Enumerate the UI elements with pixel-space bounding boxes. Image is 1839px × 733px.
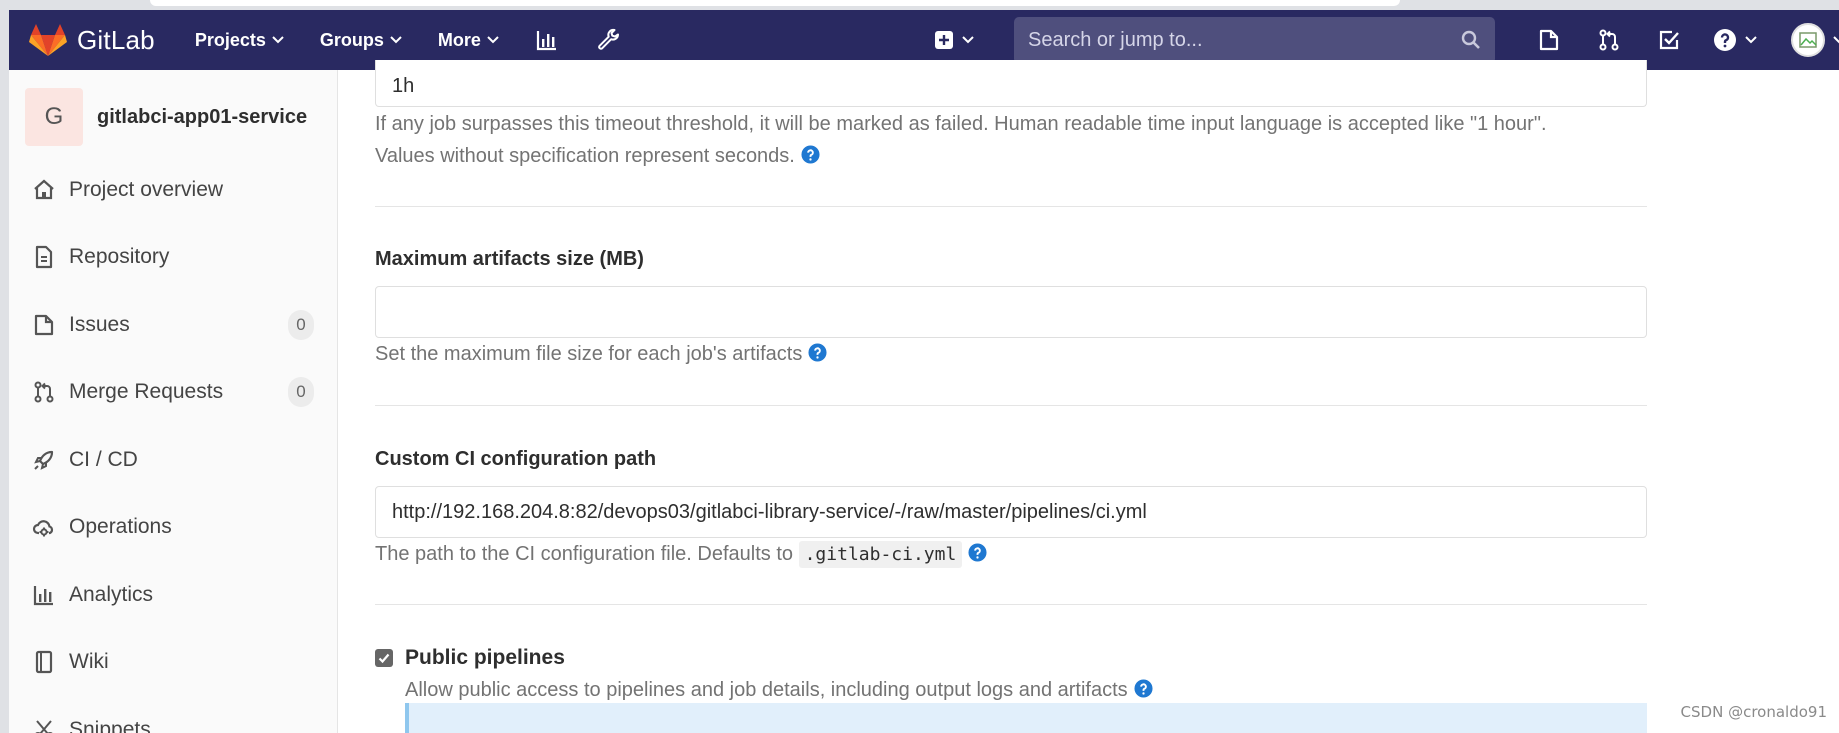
scissors-icon: [35, 720, 53, 733]
gitlab-logo-icon: [29, 24, 67, 56]
chevron-down-icon: [487, 36, 499, 44]
browser-frame-top: [0, 0, 1839, 10]
question-circle-icon[interactable]: [801, 145, 820, 164]
wrench-icon: [598, 28, 619, 50]
sidebar-item-label: Merge Requests: [69, 380, 224, 404]
default-config-filename: .gitlab-ci.yml: [798, 541, 963, 568]
sidebar-item-label: Issues: [69, 312, 130, 336]
timeout-input[interactable]: [375, 60, 1647, 107]
public-pipelines-help: Allow public access to pipelines and job…: [405, 679, 1128, 701]
section-divider: [375, 405, 1647, 406]
project-sidebar: G gitlabci-app01-service Project overvie…: [9, 70, 338, 733]
timeout-help-line2: Values without specification represent s…: [375, 145, 795, 167]
chevron-down-icon: [272, 36, 284, 44]
merge-requests-nav-button[interactable]: [1579, 28, 1639, 52]
help-dropdown[interactable]: [1713, 28, 1757, 52]
timeout-help: If any job surpasses this timeout thresh…: [375, 108, 1647, 172]
browser-frame-left: [0, 0, 9, 733]
issues-icon: [1539, 29, 1559, 51]
question-circle-icon[interactable]: [968, 543, 987, 562]
max-artifacts-label: Maximum artifacts size (MB): [375, 248, 644, 270]
ci-config-path-input[interactable]: [375, 486, 1647, 538]
file-icon: [35, 246, 53, 269]
sidebar-item-analytics[interactable]: Analytics: [9, 561, 337, 629]
plus-square-icon: [935, 31, 953, 49]
project-avatar: G: [25, 88, 83, 146]
max-artifacts-help: Set the maximum file size for each job's…: [375, 343, 803, 365]
brand-name: GitLab: [77, 24, 155, 55]
sidebar-item-label: Snippets: [69, 717, 151, 733]
sidebar-item-label: Project overview: [69, 177, 224, 201]
ci-config-help: The path to the CI configuration file. D…: [375, 543, 794, 565]
nav-more[interactable]: More: [438, 30, 499, 51]
home-icon: [34, 179, 54, 199]
cloud-gear-icon: [32, 520, 54, 537]
gitlab-home-link[interactable]: GitLab: [29, 10, 155, 70]
project-name: gitlabci-app01-service: [97, 105, 308, 128]
book-icon: [35, 651, 53, 674]
section-divider: [375, 206, 1647, 207]
merge-request-icon: [1599, 29, 1619, 51]
search-icon: [1461, 30, 1480, 49]
sidebar-item-label: Analytics: [69, 582, 154, 606]
sidebar-item-ci-cd[interactable]: CI / CD: [9, 426, 337, 494]
issues-icon: [34, 314, 54, 335]
admin-area-button[interactable]: [597, 28, 621, 52]
sidebar-item-merge-requests[interactable]: Merge Requests 0: [9, 359, 337, 427]
user-menu[interactable]: [1791, 23, 1839, 57]
ci-config-path-label: Custom CI configuration path: [375, 448, 657, 470]
public-pipelines-label: Public pipelines: [405, 646, 565, 669]
sidebar-item-operations[interactable]: Operations: [9, 494, 337, 562]
sidebar-item-label: Operations: [69, 515, 172, 539]
sidebar-item-wiki[interactable]: Wiki: [9, 629, 337, 697]
watermark: CSDN @cronaldo91: [1680, 703, 1827, 721]
sidebar-item-snippets[interactable]: Snippets: [9, 696, 337, 733]
question-circle-icon[interactable]: [1134, 679, 1153, 698]
chevron-down-icon: [962, 36, 974, 44]
sidebar-item-issues[interactable]: Issues 0: [9, 291, 337, 359]
activity-chart-button[interactable]: [535, 28, 559, 52]
nav-more-label: More: [437, 29, 481, 50]
project-context[interactable]: G gitlabci-app01-service: [25, 88, 337, 146]
sidebar-item-label: Repository: [69, 245, 170, 269]
max-artifacts-help-row: Set the maximum file size for each job's…: [375, 338, 827, 370]
new-item-dropdown[interactable]: [934, 30, 974, 50]
max-artifacts-input[interactable]: [375, 286, 1647, 338]
chevron-down-icon: [390, 36, 402, 44]
nav-groups-label: Groups: [319, 29, 384, 50]
ci-config-help-row: The path to the CI configuration file. D…: [375, 538, 987, 571]
merge-requests-count-badge: 0: [288, 377, 314, 408]
chart-icon: [33, 585, 53, 605]
timeout-help-line1: If any job surpasses this timeout thresh…: [375, 113, 1547, 135]
checkmark-icon: [378, 653, 390, 664]
avatar: [1791, 23, 1825, 57]
chevron-down-icon: [1833, 36, 1839, 44]
broken-image-icon: [1799, 32, 1817, 48]
public-pipelines-row: Public pipelines: [375, 646, 565, 670]
issues-count-badge: 0: [288, 309, 314, 340]
rocket-icon: [34, 450, 54, 470]
issues-nav-button[interactable]: [1519, 28, 1579, 52]
chevron-down-icon: [1745, 36, 1757, 44]
nav-projects-label: Projects: [194, 29, 266, 50]
nav-projects[interactable]: Projects: [195, 30, 284, 51]
sidebar-item-project-overview[interactable]: Project overview: [9, 156, 337, 224]
nav-groups[interactable]: Groups: [320, 30, 402, 51]
info-alert: [405, 703, 1647, 733]
public-pipelines-checkbox[interactable]: [375, 649, 393, 667]
todo-check-icon: [1659, 30, 1679, 50]
browser-tab: [150, 0, 1400, 6]
section-divider: [375, 604, 1647, 605]
sidebar-item-label: Wiki: [69, 650, 109, 674]
search-box[interactable]: [1014, 16, 1495, 64]
question-circle-icon: [1714, 29, 1736, 51]
search-input[interactable]: [1028, 28, 1461, 52]
sidebar-item-label: CI / CD: [69, 447, 138, 471]
todos-nav-button[interactable]: [1639, 28, 1699, 52]
question-circle-icon[interactable]: [808, 343, 827, 362]
bar-chart-icon: [536, 31, 556, 51]
merge-request-icon: [34, 381, 54, 403]
public-pipelines-help-row: Allow public access to pipelines and job…: [405, 674, 1153, 706]
sidebar-item-repository[interactable]: Repository: [9, 224, 337, 292]
